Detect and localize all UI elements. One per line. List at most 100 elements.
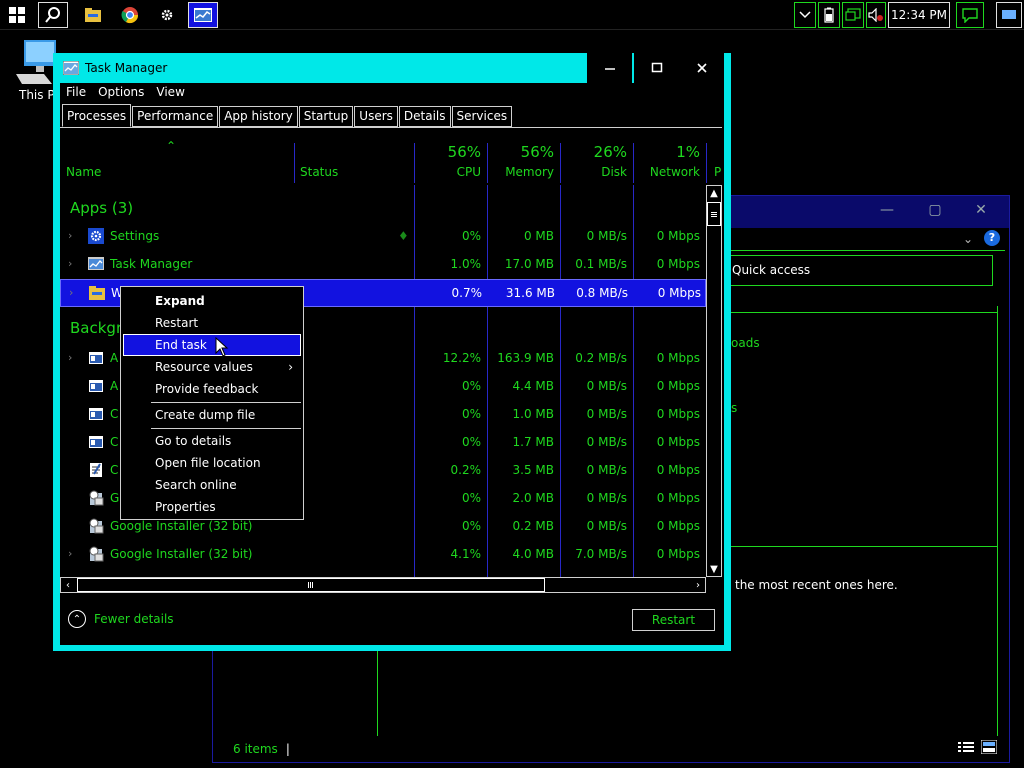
volume-muted-icon[interactable] (866, 2, 886, 28)
menu-item-search-online[interactable]: Search online (123, 474, 301, 496)
menu-item-restart[interactable]: Restart (123, 312, 301, 334)
file-explorer-app-icon (89, 286, 105, 300)
task-manager-titlebar[interactable]: Task Manager (63, 53, 583, 83)
menu-item-provide-feedback[interactable]: Provide feedback (123, 378, 301, 400)
chrome-icon[interactable] (115, 2, 145, 28)
cpu-cell: 0% (461, 229, 481, 243)
menu-file[interactable]: File (60, 83, 92, 103)
table-row[interactable]: › Settings ♦ 0% 0 MB 0 MB/s 0 Mbps (60, 223, 706, 251)
file-explorer-icon[interactable] (78, 2, 108, 28)
menu-item-expand[interactable]: Expand (123, 290, 301, 312)
tab-processes[interactable]: Processes (62, 104, 132, 127)
scroll-thumb[interactable] (77, 578, 545, 592)
tab-users[interactable]: Users (354, 106, 398, 127)
table-row[interactable]: › Google Installer (32 bit) 4.1% 4.0 MB … (60, 541, 706, 569)
explorer-partial-text[interactable]: s (731, 401, 737, 415)
menu-item-create-dump-file[interactable]: Create dump file (123, 404, 301, 426)
tab-startup[interactable]: Startup (298, 106, 354, 127)
scroll-right-icon[interactable]: › (691, 578, 705, 592)
group-header-apps: Apps (3) (70, 199, 134, 217)
restart-button[interactable]: Restart (632, 609, 715, 631)
process-name: Settings (110, 229, 160, 243)
explorer-minimize-icon[interactable]: — (877, 202, 897, 222)
menu-item-resource-values[interactable]: Resource values › (123, 356, 301, 378)
scroll-down-icon[interactable]: ▼ (707, 562, 721, 576)
explorer-partial-text[interactable]: oads (731, 336, 760, 350)
column-header-name[interactable]: Name (66, 165, 101, 179)
windows-start-icon[interactable] (2, 2, 32, 28)
network-cell: 0 Mbps (656, 379, 700, 393)
explorer-maximize-icon[interactable]: ▢ (925, 202, 945, 222)
column-header-network[interactable]: Network (639, 165, 700, 179)
settings-icon[interactable] (152, 2, 182, 28)
explorer-close-icon[interactable]: ✕ (971, 202, 991, 222)
scroll-thumb[interactable] (707, 202, 721, 226)
column-header-status[interactable]: Status (300, 165, 338, 179)
network-total[interactable]: 1% (639, 143, 700, 161)
menu-view[interactable]: View (150, 83, 190, 103)
chevron-right-icon[interactable]: › (68, 229, 72, 242)
chevron-right-icon[interactable]: › (68, 547, 72, 560)
minimize-button[interactable] (587, 53, 632, 83)
memory-cell: 2.0 MB (512, 491, 554, 505)
menu-item-properties[interactable]: Properties (123, 496, 301, 518)
maximize-button[interactable] (634, 53, 679, 83)
chevron-right-icon[interactable]: › (68, 257, 72, 270)
large-icons-view-icon[interactable] (980, 739, 998, 757)
menu-separator (151, 402, 301, 403)
quick-access-input[interactable]: Quick access (725, 255, 993, 286)
cpu-cell: 0% (461, 407, 481, 421)
chevron-right-icon[interactable]: › (68, 351, 72, 364)
tab-strip: Processes Performance App history Startu… (62, 104, 513, 128)
battery-icon[interactable] (818, 2, 840, 28)
scroll-left-icon[interactable]: ‹ (61, 578, 75, 592)
cpu-cell: 12.2% (442, 351, 481, 365)
help-icon[interactable]: ? (984, 230, 1000, 246)
process-name: C (110, 407, 119, 421)
network-cell: 0 Mbps (656, 229, 700, 243)
menu-item-go-to-details[interactable]: Go to details (123, 430, 301, 452)
show-desktop-icon[interactable] (996, 2, 1022, 28)
chevron-down-icon[interactable] (794, 2, 816, 28)
disk-cell: 0.8 MB/s (576, 286, 628, 300)
horizontal-scrollbar[interactable]: ‹ › (60, 577, 706, 593)
column-header-memory[interactable]: Memory (493, 165, 554, 179)
fewer-details-button[interactable]: ⌃ Fewer details (68, 610, 174, 628)
disk-cell: 0 MB/s (586, 519, 627, 533)
menu-item-end-task[interactable]: End task (123, 334, 301, 356)
network-cell: 0 Mbps (656, 547, 700, 561)
column-header-disk[interactable]: Disk (566, 165, 627, 179)
memory-total[interactable]: 56% (493, 143, 554, 161)
cpu-total[interactable]: 56% (420, 143, 481, 161)
details-view-icon[interactable] (958, 741, 974, 756)
memory-cell: 17.0 MB (504, 257, 554, 271)
network-cell: 0 Mbps (656, 491, 700, 505)
network-icon[interactable] (842, 2, 864, 28)
menu-item-label: Resource values (155, 360, 253, 374)
chevron-right-icon[interactable]: › (69, 286, 73, 299)
close-button[interactable] (679, 53, 724, 83)
notification-icon[interactable] (956, 2, 984, 28)
column-header-cpu[interactable]: CPU (420, 165, 481, 179)
clock[interactable]: 12:34 PM (888, 2, 950, 28)
menu-bar: File Options View (60, 83, 191, 103)
menu-options[interactable]: Options (92, 83, 150, 103)
search-icon[interactable] (38, 2, 68, 28)
item-count-text: 6 items (233, 742, 278, 756)
scroll-up-icon[interactable]: ▲ (707, 186, 721, 200)
network-cell: 0 Mbps (657, 286, 701, 300)
cpu-cell: 0% (461, 491, 481, 505)
vertical-scrollbar[interactable]: ▲ ▼ (706, 185, 722, 577)
tab-app-history[interactable]: App history (219, 106, 298, 127)
task-manager-icon[interactable] (188, 2, 218, 28)
tab-services[interactable]: Services (451, 106, 513, 127)
tab-details[interactable]: Details (398, 106, 451, 127)
menu-item-open-file-location[interactable]: Open file location (123, 452, 301, 474)
sort-arrow-icon: ⌃ (166, 139, 177, 153)
disk-total[interactable]: 26% (566, 143, 627, 161)
tab-performance[interactable]: Performance (132, 106, 219, 127)
table-row[interactable]: › Task Manager 1.0% 17.0 MB 0.1 MB/s 0 M… (60, 251, 706, 279)
column-header-power-partial[interactable]: P (714, 165, 721, 179)
explorer-expand-ribbon-icon[interactable]: ⌄ (963, 232, 973, 246)
memory-cell: 31.6 MB (505, 286, 555, 300)
